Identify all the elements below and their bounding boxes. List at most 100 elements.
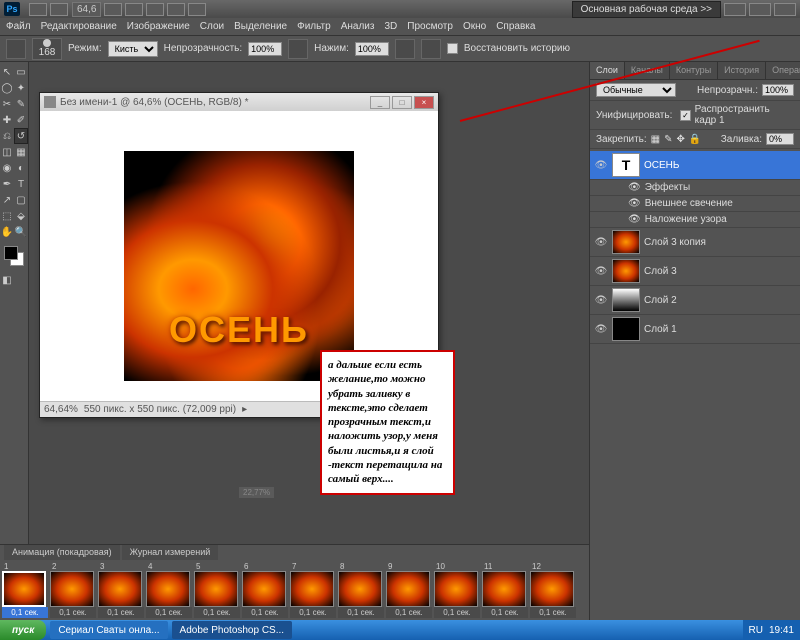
airbrush-icon[interactable]	[395, 39, 415, 59]
layer-effects[interactable]: 👁 Эффекты	[590, 180, 800, 196]
menu-analysis[interactable]: Анализ	[341, 21, 375, 32]
crop-tool[interactable]: ✂	[0, 96, 14, 112]
layer-pattern-overlay[interactable]: 👁 Наложение узора	[590, 212, 800, 228]
lock-all-icon[interactable]: 🔒	[689, 134, 701, 145]
frame-10[interactable]: 100,1 сек.	[434, 562, 480, 618]
stamp-tool[interactable]: ⎌	[0, 128, 14, 144]
layer-outer-glow[interactable]: 👁 Внешнее свечение	[590, 196, 800, 212]
menu-3d[interactable]: 3D	[384, 21, 397, 32]
art-history-brush-icon[interactable]	[6, 39, 26, 59]
pressure-opacity-icon[interactable]	[288, 39, 308, 59]
menu-help[interactable]: Справка	[496, 21, 535, 32]
fill-input[interactable]	[766, 133, 794, 145]
frame-1[interactable]: 10,1 сек.	[2, 562, 48, 618]
mode-select[interactable]: Кисть	[108, 41, 158, 57]
screen-mode-icon[interactable]	[188, 3, 206, 16]
doc-close[interactable]: ×	[414, 96, 434, 109]
arrange-icon[interactable]	[167, 3, 185, 16]
mini-bridge-icon[interactable]	[50, 3, 68, 16]
opacity-input[interactable]	[248, 42, 282, 56]
pressure-size-icon[interactable]	[421, 39, 441, 59]
taskbar-item-browser[interactable]: Сериал Сваты онла...	[50, 621, 167, 639]
path-tool[interactable]: ↗	[0, 192, 14, 208]
hand-icon[interactable]	[104, 3, 122, 16]
system-tray[interactable]: RU 19:41	[743, 620, 800, 640]
frame-5[interactable]: 50,1 сек.	[194, 562, 240, 618]
brush-preset-picker[interactable]: 168	[32, 38, 62, 60]
history-checkbox[interactable]	[447, 43, 458, 54]
layer-text[interactable]: 👁TОСЕНЬ	[590, 151, 800, 180]
lock-pixels-icon[interactable]: ✎	[664, 134, 672, 145]
frame-11[interactable]: 110,1 сек.	[482, 562, 528, 618]
tab-animation[interactable]: Анимация (покадровая)	[4, 545, 120, 560]
menu-layer[interactable]: Слои	[200, 21, 224, 32]
start-button[interactable]: пуск	[0, 620, 46, 640]
lasso-tool[interactable]: ◯	[0, 80, 14, 96]
layer-1[interactable]: 👁Слой 1	[590, 315, 800, 344]
zoom-tool[interactable]: 🔍	[14, 224, 28, 240]
propagate-checkbox[interactable]: ✓	[680, 110, 690, 121]
color-swatches[interactable]	[4, 246, 24, 266]
frame-12[interactable]: 120,1 сек.	[530, 562, 576, 618]
visibility-icon[interactable]: 👁	[594, 158, 608, 172]
bridge-icon[interactable]	[29, 3, 47, 16]
frame-8[interactable]: 80,1 сек.	[338, 562, 384, 618]
blur-tool[interactable]: ◉	[0, 160, 14, 176]
frame-4[interactable]: 40,1 сек.	[146, 562, 192, 618]
lock-transparency-icon[interactable]: ▦	[651, 134, 660, 145]
dodge-tool[interactable]: ◐	[14, 160, 28, 176]
3d-camera-tool[interactable]: ⬙	[14, 208, 28, 224]
taskbar-item-photoshop[interactable]: Adobe Photoshop CS...	[172, 621, 293, 639]
flow-input[interactable]	[355, 42, 389, 56]
menu-filter[interactable]: Фильтр	[297, 21, 331, 32]
brush-tool[interactable]: ✐	[14, 112, 28, 128]
minimize-button[interactable]	[724, 3, 746, 16]
doc-zoom[interactable]: 64,64%	[44, 404, 78, 415]
close-button[interactable]	[774, 3, 796, 16]
quick-mask[interactable]: ◧	[0, 272, 14, 288]
tab-measurement[interactable]: Журнал измерений	[122, 545, 219, 560]
menu-view[interactable]: Просмотр	[407, 21, 453, 32]
pen-tool[interactable]: ✒	[0, 176, 14, 192]
move-tool[interactable]: ↖	[0, 64, 14, 80]
layer-opacity-input[interactable]	[762, 84, 794, 96]
frame-6[interactable]: 60,1 сек.	[242, 562, 288, 618]
layer-2[interactable]: 👁Слой 2	[590, 286, 800, 315]
type-tool[interactable]: T	[14, 176, 28, 192]
doc-info[interactable]: 550 пикс. x 550 пикс. (72,009 ppi)	[84, 404, 236, 415]
hand-tool[interactable]: ✋	[0, 224, 14, 240]
eraser-tool[interactable]: ◫	[0, 144, 14, 160]
tab-paths[interactable]: Контуры	[670, 62, 718, 79]
menu-window[interactable]: Окно	[463, 21, 486, 32]
doc-maximize[interactable]: □	[392, 96, 412, 109]
workspace-switcher[interactable]: Основная рабочая среда >>	[572, 1, 721, 18]
blend-mode-select[interactable]: Обычные	[596, 83, 676, 97]
frame-2[interactable]: 20,1 сек.	[50, 562, 96, 618]
tab-history[interactable]: История	[718, 62, 766, 79]
zoom-level[interactable]: 64,6	[72, 2, 101, 17]
history-brush-tool[interactable]: ↺	[14, 128, 28, 144]
frame-9[interactable]: 90,1 сек.	[386, 562, 432, 618]
layer-3copy[interactable]: 👁Слой 3 копия	[590, 228, 800, 257]
shape-tool[interactable]: ▢	[14, 192, 28, 208]
eyedropper-tool[interactable]: ✎	[14, 96, 28, 112]
layer-3[interactable]: 👁Слой 3	[590, 257, 800, 286]
menu-file[interactable]: Файл	[6, 21, 31, 32]
3d-tool[interactable]: ⬚	[0, 208, 14, 224]
doc-minimize[interactable]: _	[370, 96, 390, 109]
healing-tool[interactable]: ✚	[0, 112, 14, 128]
menu-select[interactable]: Выделение	[234, 21, 287, 32]
menu-image[interactable]: Изображение	[127, 21, 190, 32]
menu-edit[interactable]: Редактирование	[41, 21, 117, 32]
frame-7[interactable]: 70,1 сек.	[290, 562, 336, 618]
lock-position-icon[interactable]: ✥	[677, 134, 685, 145]
lang-indicator[interactable]: RU	[749, 625, 763, 636]
tab-actions[interactable]: Операции	[766, 62, 800, 79]
wand-tool[interactable]: ✦	[14, 80, 28, 96]
document-titlebar[interactable]: Без имени-1 @ 64,6% (ОСЕНЬ, RGB/8) * _ □…	[40, 93, 438, 111]
rotate-icon[interactable]	[146, 3, 164, 16]
gradient-tool[interactable]: ▦	[14, 144, 28, 160]
maximize-button[interactable]	[749, 3, 771, 16]
frame-3[interactable]: 30,1 сек.	[98, 562, 144, 618]
zoom-icon[interactable]	[125, 3, 143, 16]
